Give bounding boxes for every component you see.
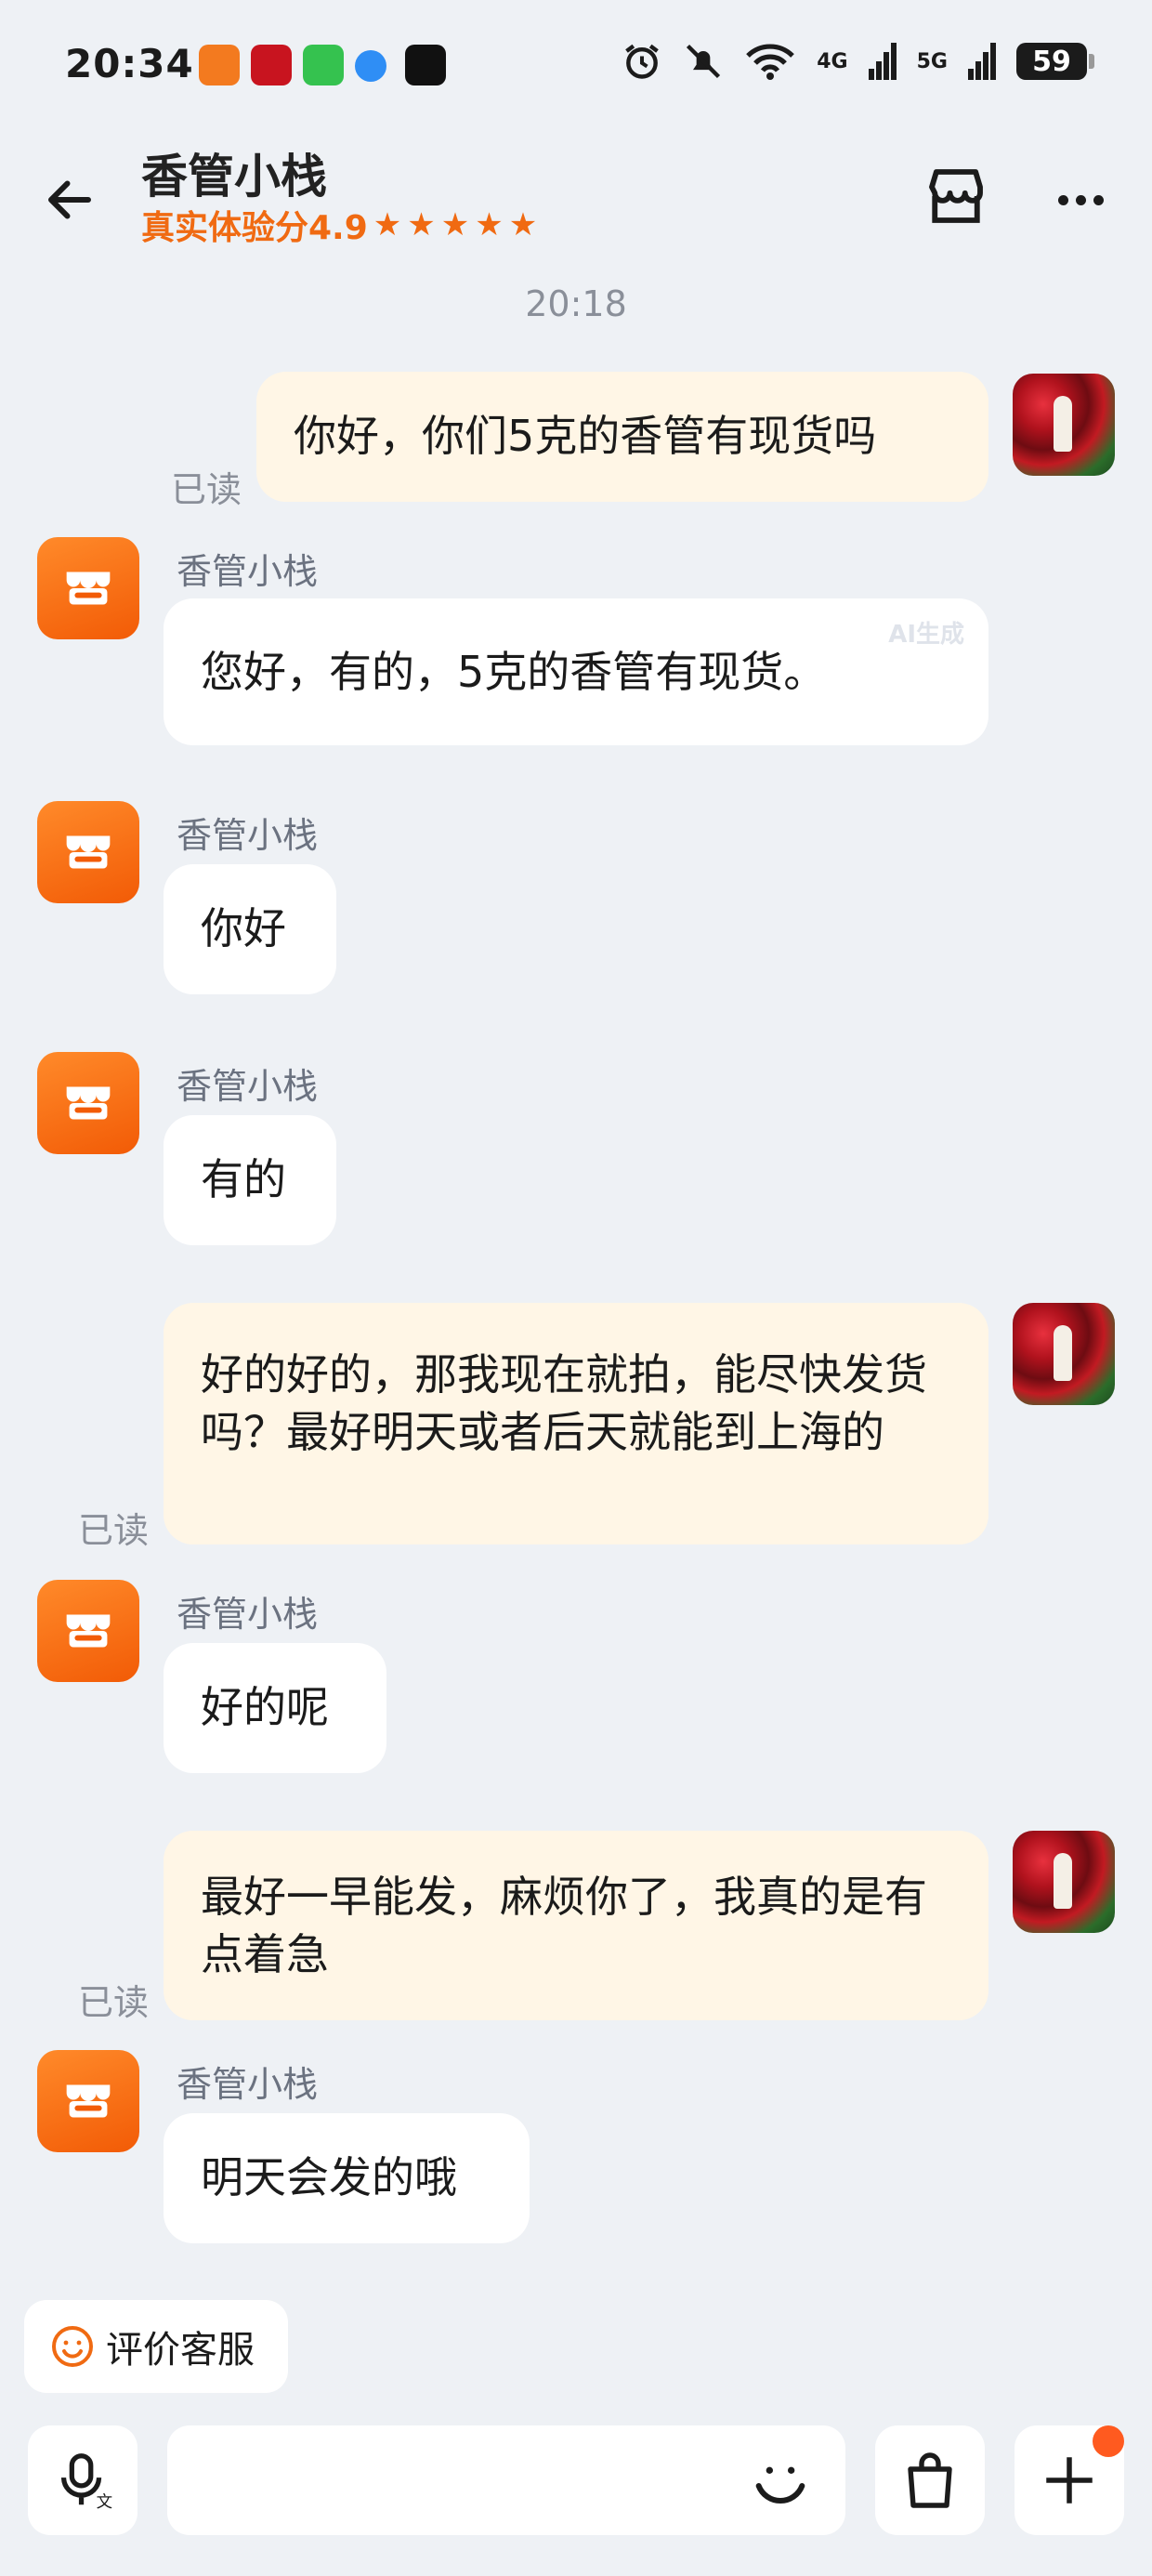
read-status: 已读 [78, 1982, 150, 2023]
shop-avatar[interactable] [37, 1580, 139, 1682]
shop-avatar[interactable] [37, 2050, 139, 2152]
wifi-icon [746, 44, 795, 80]
microphone-icon: 文 [60, 2453, 113, 2511]
experience-score: 真实体验分4.9 ★ ★ ★ ★ ★ [141, 201, 537, 249]
signal-bars-icon [968, 43, 996, 80]
shop-message-bubble[interactable]: 明天会发的哦 [164, 2113, 530, 2243]
my-message-bubble[interactable]: 好的好的，那我现在就拍，能尽快发货吗？最好明天或者后天就能到上海的 [164, 1303, 988, 1544]
sender-name: 香管小栈 [177, 815, 319, 856]
my-avatar[interactable] [1013, 374, 1115, 476]
taobao-app-icon [199, 45, 240, 85]
store-icon [66, 2084, 111, 2118]
shopping-bag-button[interactable] [875, 2425, 985, 2535]
message-text: 您好，有的，5克的香管有现货。 [201, 647, 827, 697]
signal-5g-label: 5G [916, 49, 948, 73]
battery-indicator: 59 [1016, 43, 1094, 80]
my-avatar[interactable] [1013, 1303, 1115, 1405]
rate-service-button[interactable]: 评价客服 [24, 2300, 288, 2393]
dot [1075, 194, 1086, 205]
status-icons: 4G 5G 59 [622, 41, 1094, 82]
mute-bell-icon [687, 44, 721, 79]
shop-message-bubble[interactable]: 你好 [164, 864, 336, 994]
star-icon: ★ [440, 206, 470, 243]
time-divider: 20:18 [525, 283, 627, 324]
sender-name: 香管小栈 [177, 2064, 319, 2105]
smile-icon [755, 2466, 805, 2504]
notification-dot [1093, 2425, 1124, 2457]
voice-input-button[interactable]: 文 [28, 2425, 137, 2535]
arrow-left-icon [48, 180, 91, 219]
dot [1093, 194, 1104, 205]
smile-icon [52, 2326, 93, 2367]
browser-app-icon [355, 50, 386, 82]
rate-service-label: 评价客服 [106, 2329, 255, 2372]
store-icon [66, 572, 111, 605]
shop-message-bubble[interactable]: 有的 [164, 1115, 336, 1245]
shop-avatar[interactable] [37, 537, 139, 639]
sender-name: 香管小栈 [177, 1066, 319, 1107]
store-button[interactable] [920, 160, 992, 232]
ai-generated-mark: AI生成 [888, 621, 964, 649]
store-icon [929, 169, 983, 223]
store-icon [66, 1086, 111, 1120]
shop-title[interactable]: 香管小栈 [141, 139, 327, 206]
emoji-button[interactable] [743, 2444, 818, 2518]
plus-icon [1046, 2457, 1093, 2504]
bank-app-icon [251, 45, 292, 85]
messages-app-icon [303, 45, 344, 85]
shop-avatar[interactable] [37, 1052, 139, 1154]
store-icon [66, 1614, 111, 1648]
signal-bars-icon [868, 43, 897, 80]
my-message-bubble[interactable]: 最好一早能发，麻烦你了，我真的是有点着急 [164, 1831, 988, 2020]
dot [1057, 194, 1068, 205]
read-status: 已读 [171, 469, 242, 510]
read-status: 已读 [78, 1510, 150, 1551]
shop-message-bubble[interactable]: 好的呢 [164, 1643, 386, 1773]
shopping-bag-icon [908, 2452, 952, 2508]
star-icon: ★ [407, 206, 436, 243]
my-message-bubble[interactable]: 你好，你们5克的香管有现货吗 [256, 372, 988, 502]
more-options-button[interactable] [1048, 167, 1113, 232]
star-icon: ★ [508, 206, 538, 243]
shop-message-bubble[interactable]: 您好，有的，5克的香管有现货。 AI生成 [164, 598, 988, 745]
sender-name: 香管小栈 [177, 551, 319, 592]
tiktok-app-icon [405, 45, 446, 85]
signal-4g-label: 4G [817, 49, 848, 73]
score-label: 真实体验分4.9 [141, 209, 368, 247]
shop-avatar[interactable] [37, 801, 139, 903]
store-icon [66, 835, 111, 869]
back-button[interactable] [37, 167, 102, 232]
star-icon: ★ [373, 206, 402, 243]
my-avatar[interactable] [1013, 1831, 1115, 1933]
status-time: 20:34 [65, 41, 194, 86]
alarm-icon [625, 44, 660, 79]
sender-name: 香管小栈 [177, 1594, 319, 1635]
star-icon: ★ [475, 206, 504, 243]
svg-text:文: 文 [97, 2492, 113, 2511]
